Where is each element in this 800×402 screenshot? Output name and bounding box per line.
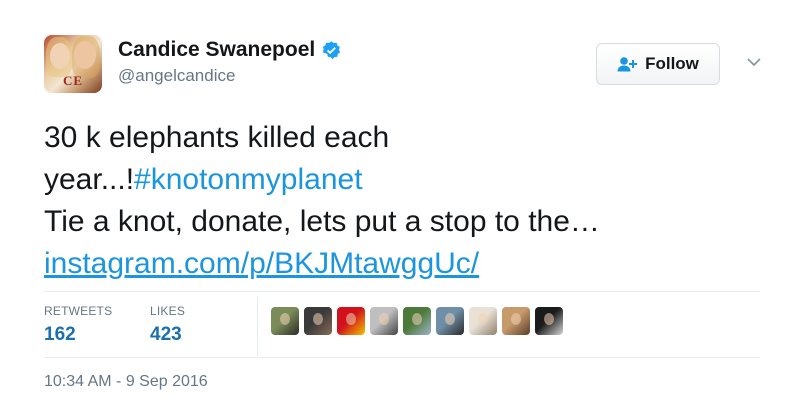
liker-avatar[interactable]: [535, 307, 563, 335]
user-name[interactable]: Candice Swanepoel: [118, 38, 315, 62]
chevron-down-icon[interactable]: [746, 56, 762, 68]
tweet-line-4: instagram.com/p/BKJMtawggUc/: [44, 243, 764, 285]
tweet-line-2-text: year...!: [44, 163, 135, 196]
add-user-icon: [617, 56, 639, 72]
likers-list: [271, 307, 563, 335]
follow-label: Follow: [645, 54, 699, 73]
likes-stat[interactable]: LIKES 423: [150, 304, 185, 346]
hashtag-link[interactable]: #knotonmyplanet: [134, 163, 363, 196]
liker-avatar[interactable]: [403, 307, 431, 335]
follow-button[interactable]: Follow: [596, 43, 720, 85]
user-handle[interactable]: @angelcandice: [118, 66, 235, 86]
liker-avatar[interactable]: [271, 307, 299, 335]
retweets-label: RETWEETS: [44, 304, 113, 318]
instagram-link[interactable]: instagram.com/p/BKJMtawggUc/: [44, 247, 479, 280]
likes-count: 423: [150, 324, 182, 345]
retweets-count: 162: [44, 324, 76, 345]
divider: [44, 291, 760, 292]
verified-badge-icon: [321, 40, 342, 61]
liker-avatar[interactable]: [469, 307, 497, 335]
tweet-line-2: year...!#knotonmyplanet: [44, 159, 764, 201]
liker-avatar[interactable]: [337, 307, 365, 335]
tweet-line-1: 30 k elephants killed each: [44, 121, 390, 154]
retweets-stat[interactable]: RETWEETS 162: [44, 304, 112, 346]
liker-avatar[interactable]: [370, 307, 398, 335]
tweet-timestamp[interactable]: 10:34 AM - 9 Sep 2016: [44, 373, 208, 391]
likes-label: LIKES: [150, 304, 186, 318]
liker-avatar[interactable]: [502, 307, 530, 335]
tweet-line-3: Tie a knot, donate, lets put a stop to t…: [44, 205, 600, 238]
avatar-text: CE: [62, 73, 84, 88]
liker-avatar[interactable]: [436, 307, 464, 335]
avatar[interactable]: CE: [44, 35, 102, 93]
user-name-row[interactable]: Candice Swanepoel: [118, 38, 342, 62]
tweet-text: 30 k elephants killed each year...!#knot…: [44, 117, 764, 285]
stats-separator: [257, 296, 258, 356]
divider: [44, 357, 760, 358]
liker-avatar[interactable]: [304, 307, 332, 335]
